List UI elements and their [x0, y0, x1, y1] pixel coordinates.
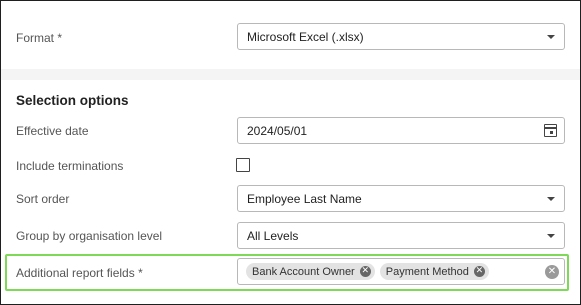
- report-settings-panel: Format * Microsoft Excel (.xlsx) Selecti…: [0, 0, 581, 305]
- chevron-down-icon: [547, 233, 555, 238]
- remove-tag-icon[interactable]: ✕: [359, 266, 371, 277]
- tag-payment-method: Payment Method ✕: [379, 263, 489, 280]
- clear-all-icon[interactable]: ✕: [545, 265, 559, 279]
- tag-label: Bank Account Owner: [252, 265, 355, 278]
- additional-fields-label: Additional report fields *: [16, 266, 143, 280]
- format-select[interactable]: Microsoft Excel (.xlsx): [237, 23, 565, 50]
- chevron-down-icon: [547, 34, 555, 39]
- tag-bank-account-owner: Bank Account Owner ✕: [246, 263, 375, 280]
- chevron-down-icon: [547, 196, 555, 201]
- calendar-icon[interactable]: [544, 124, 557, 137]
- effective-date-label: Effective date: [16, 124, 89, 138]
- section-heading: Selection options: [16, 93, 129, 108]
- effective-date-value: 2024/05/01: [247, 123, 308, 138]
- format-card: Format * Microsoft Excel (.xlsx): [1, 1, 580, 69]
- remove-tag-icon[interactable]: ✕: [473, 266, 485, 277]
- include-terminations-label: Include terminations: [16, 159, 124, 173]
- format-label: Format *: [16, 31, 63, 45]
- sort-order-value: Employee Last Name: [247, 191, 362, 206]
- include-terminations-checkbox[interactable]: [236, 158, 250, 172]
- group-by-label: Group by organisation level: [16, 229, 163, 243]
- sort-order-select[interactable]: Employee Last Name: [237, 185, 565, 212]
- effective-date-input[interactable]: 2024/05/01: [237, 117, 565, 144]
- group-by-select[interactable]: All Levels: [237, 222, 565, 249]
- group-by-value: All Levels: [247, 228, 299, 243]
- format-value: Microsoft Excel (.xlsx): [247, 29, 364, 44]
- sort-order-label: Sort order: [16, 192, 70, 206]
- tag-label: Payment Method: [385, 265, 469, 278]
- additional-fields-multiselect[interactable]: Bank Account Owner ✕ Payment Method ✕ ✕: [237, 258, 565, 285]
